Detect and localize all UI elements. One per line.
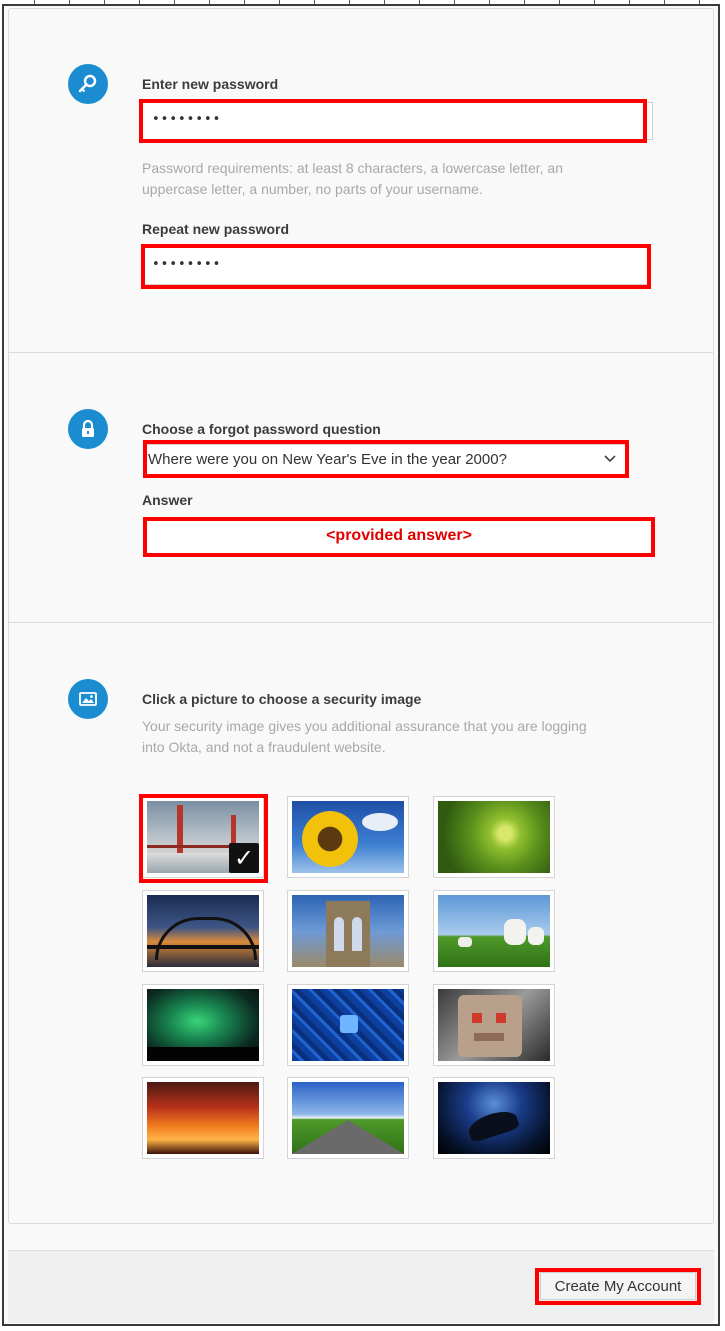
security-image-title: Click a picture to choose a security ima… <box>142 691 422 707</box>
annotation-box-question <box>143 440 629 478</box>
lock-icon <box>68 409 108 449</box>
repeat-password-label: Repeat new password <box>142 221 290 237</box>
password-requirements-line1: Password requirements: at least 8 charac… <box>142 160 563 176</box>
security-image-succulent-plant[interactable] <box>433 796 555 878</box>
annotation-box-repeat-password <box>141 244 651 289</box>
security-image-robot[interactable] <box>433 984 555 1066</box>
robot-picture <box>438 989 550 1061</box>
password-requirements-line2: uppercase letter, a number, no parts of … <box>142 181 483 197</box>
key-icon <box>68 64 108 104</box>
security-image-harbour-bridge[interactable] <box>142 890 264 972</box>
annotation-box-new-password <box>139 99 647 143</box>
security-image-brooklyn-bridge[interactable] <box>287 890 409 972</box>
aurora-picture <box>147 989 259 1061</box>
manta-ray-picture <box>438 1082 550 1154</box>
road-picture <box>292 1082 404 1154</box>
security-image-manta-ray[interactable] <box>433 1077 555 1159</box>
sunflower-picture <box>292 801 404 873</box>
image-icon <box>68 679 108 719</box>
security-image-circuit-board[interactable] <box>287 984 409 1066</box>
answer-value: <provided answer> <box>326 527 472 544</box>
section-divider-1 <box>9 352 713 353</box>
brooklyn-bridge-picture <box>292 895 404 967</box>
security-image-aurora[interactable] <box>142 984 264 1066</box>
security-image-road[interactable] <box>287 1077 409 1159</box>
security-image-desc-line2: into Okta, and not a fraudulent website. <box>142 739 386 755</box>
lambs-in-field-picture <box>438 895 550 967</box>
security-image-sunflower[interactable] <box>287 796 409 878</box>
circuit-board-picture <box>292 989 404 1061</box>
answer-label: Answer <box>142 492 193 508</box>
question-label: Choose a forgot password question <box>142 421 381 437</box>
security-image-lambs-in-field[interactable] <box>433 890 555 972</box>
security-image-sunset-clouds[interactable] <box>142 1077 264 1159</box>
annotation-box-create-account <box>535 1268 701 1305</box>
section-divider-2 <box>9 622 713 623</box>
annotation-box-selected-image <box>139 794 268 883</box>
succulent-plant-picture <box>438 801 550 873</box>
new-password-label: Enter new password <box>142 76 279 92</box>
sunset-clouds-picture <box>147 1082 259 1154</box>
security-image-desc-line1: Your security image gives you additional… <box>142 718 587 734</box>
harbour-bridge-picture <box>147 895 259 967</box>
